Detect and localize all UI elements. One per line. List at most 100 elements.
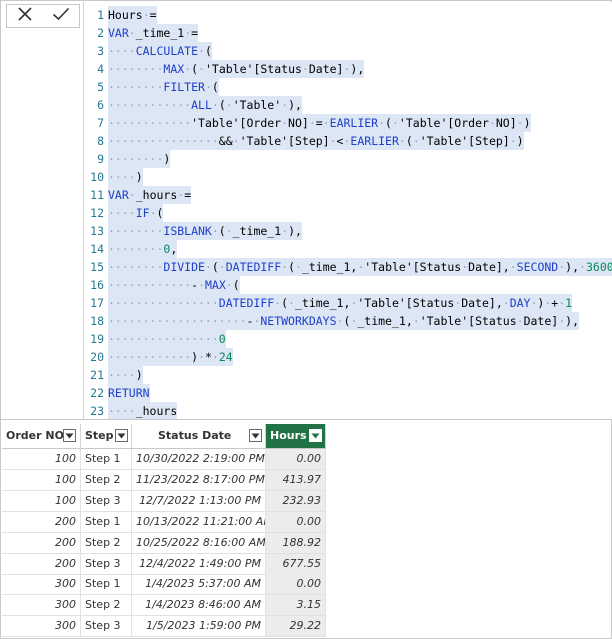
dropdown-filter-icon[interactable]	[63, 429, 76, 442]
line-number: 20	[90, 350, 104, 364]
table-cell[interactable]: 1/4/2023 5:37:00 AM	[132, 574, 266, 595]
line-number: 18	[90, 314, 104, 328]
code-line[interactable]: 17 ················DATEDIFF·(·_time_1,·'T…	[84, 294, 612, 312]
line-number: 23	[90, 404, 104, 418]
table-cell[interactable]: 10/25/2022 8:16:00 AM	[132, 532, 266, 553]
app-window: 1 Hours·= 2 VAR·_time_1·= 3 ····CALCULATE·(4 ·…	[0, 0, 612, 639]
code-text: ············-·MAX·(	[108, 276, 240, 294]
code-line[interactable]: 19 ················0	[84, 330, 612, 348]
code-line[interactable]: 14 ········0,	[84, 240, 612, 258]
table-cell[interactable]: 11/23/2022 8:17:00 PM	[132, 469, 266, 490]
table-cell[interactable]: 10/13/2022 11:21:00 AM	[132, 511, 266, 532]
table-row[interactable]: 200 Step 3 12/4/2022 1:49:00 PM 677.55	[2, 553, 326, 575]
code-text: ············)·*·24	[108, 348, 233, 366]
code-text: ············'Table'[Order·NO]·=·EARLIER·…	[108, 114, 531, 132]
column-header-hours[interactable]: Hours	[266, 424, 326, 448]
dropdown-filter-icon[interactable]	[115, 429, 128, 442]
line-number: 21	[90, 368, 104, 382]
code-text: ····_hours	[108, 402, 178, 420]
table-cell[interactable]: 29.22	[266, 616, 326, 637]
table-cell[interactable]: Step 3	[81, 553, 132, 574]
table-cell[interactable]: Step 2	[81, 532, 132, 553]
table-cell[interactable]: 300	[2, 574, 81, 595]
code-line[interactable]: 7 ············'Table'[Order·NO]·=·EARLIER…	[84, 114, 612, 132]
table-cell[interactable]: 300	[2, 616, 81, 637]
line-number: 16	[90, 278, 104, 292]
code-line[interactable]: 21 ····)	[84, 366, 612, 384]
table-row[interactable]: 100 Step 1 10/30/2022 2:19:00 PM 0.00	[2, 449, 326, 470]
table-cell[interactable]: 12/4/2022 1:49:00 PM	[132, 553, 266, 574]
table-cell[interactable]: 200	[2, 511, 81, 532]
code-line[interactable]: 18 ····················-·NETWORKDAYS·(·_t…	[84, 312, 612, 330]
table-cell[interactable]: Step 2	[81, 595, 132, 616]
code-line[interactable]: 13 ········ISBLANK·(·_time_1·),	[84, 222, 612, 240]
code-text: VAR·_time_1·=	[108, 24, 199, 42]
table-row[interactable]: 100 Step 3 12/7/2022 1:13:00 PM 232.93	[2, 490, 326, 512]
table-cell[interactable]: 12/7/2022 1:13:00 PM	[132, 490, 266, 511]
code-text: RETURN	[108, 384, 150, 402]
column-header-status-date[interactable]: Status Date	[132, 424, 266, 448]
formula-commit-panel	[2, 2, 82, 419]
table-cell[interactable]: 0.00	[266, 511, 326, 532]
code-line[interactable]: 3 ····CALCULATE·(	[84, 42, 612, 60]
code-line[interactable]: 22 RETURN	[84, 384, 612, 402]
code-line[interactable]: 10 ····)	[84, 168, 612, 186]
code-line[interactable]: 5 ········FILTER·(	[84, 78, 612, 96]
code-line[interactable]: 9 ········)	[84, 150, 612, 168]
code-text: ············ALL·(·'Table'·),	[108, 96, 302, 114]
code-line[interactable]: 1 Hours·=	[84, 6, 612, 24]
table-row[interactable]: 200 Step 2 10/25/2022 8:16:00 AM 188.92	[2, 532, 326, 554]
code-line[interactable]: 20 ············)·*·24	[84, 348, 612, 366]
table-cell[interactable]: 188.92	[266, 532, 326, 553]
column-header-label: Hours	[270, 429, 307, 442]
line-number: 10	[90, 170, 104, 184]
table-cell[interactable]: 300	[2, 595, 81, 616]
table-cell[interactable]: Step 3	[81, 490, 132, 511]
table-cell[interactable]: 677.55	[266, 553, 326, 574]
table-cell[interactable]: 200	[2, 532, 81, 553]
table-cell[interactable]: Step 3	[81, 616, 132, 637]
table-row[interactable]: 300 Step 2 1/4/2023 8:46:00 AM 3.15	[2, 595, 326, 617]
table-row[interactable]: 200 Step 1 10/13/2022 11:21:00 AM 0.00	[2, 511, 326, 533]
table-cell[interactable]: Step 2	[81, 469, 132, 490]
table-row[interactable]: 300 Step 3 1/5/2023 1:59:00 PM 29.22	[2, 616, 326, 638]
table-cell[interactable]: 232.93	[266, 490, 326, 511]
column-header-order-no[interactable]: Order NO	[2, 424, 81, 448]
table-cell[interactable]: Step 1	[81, 574, 132, 595]
table-cell[interactable]: 100	[2, 469, 81, 490]
code-line[interactable]: 2 VAR·_time_1·=	[84, 24, 612, 42]
code-line[interactable]: 15 ········DIVIDE·(·DATEDIFF·(·_time_1,·'…	[84, 258, 612, 276]
table-cell[interactable]: 0.00	[266, 574, 326, 595]
code-text: ········ISBLANK·(·_time_1·),	[108, 222, 302, 240]
formula-editor[interactable]: 1 Hours·= 2 VAR·_time_1·= 3 ····CALCULATE·(4 ·…	[83, 2, 612, 420]
table-cell[interactable]: 100	[2, 449, 81, 469]
table-row[interactable]: 300 Step 1 1/4/2023 5:37:00 AM 0.00	[2, 574, 326, 596]
cancel-formula-button[interactable]	[7, 5, 43, 27]
table-row[interactable]: 100 Step 2 11/23/2022 8:17:00 PM 413.97	[2, 469, 326, 491]
table-cell[interactable]: 1/5/2023 1:59:00 PM	[132, 616, 266, 637]
dropdown-filter-icon[interactable]	[249, 429, 262, 442]
column-header-label: Order NO	[6, 429, 64, 442]
code-line[interactable]: 4 ········MAX·(·'Table'[Status·Date]·),	[84, 60, 612, 78]
table-cell[interactable]: Step 1	[81, 449, 132, 469]
code-line[interactable]: 11 VAR·_hours·=	[84, 186, 612, 204]
code-line[interactable]: 16 ············-·MAX·(	[84, 276, 612, 294]
column-header-step[interactable]: Step	[81, 424, 132, 448]
table-cell[interactable]: 200	[2, 553, 81, 574]
code-line[interactable]: 12 ····IF·(	[84, 204, 612, 222]
table-cell[interactable]: 100	[2, 490, 81, 511]
code-text: Hours·=	[108, 6, 157, 24]
table-cell[interactable]: 413.97	[266, 469, 326, 490]
table-cell[interactable]: 1/4/2023 8:46:00 AM	[132, 595, 266, 616]
table-cell[interactable]: 3.15	[266, 595, 326, 616]
dropdown-filter-icon[interactable]	[309, 429, 322, 442]
table-cell[interactable]: Step 1	[81, 511, 132, 532]
code-text: ····)	[108, 168, 143, 186]
line-number: 6	[97, 98, 104, 112]
table-cell[interactable]: 10/30/2022 2:19:00 PM	[132, 449, 266, 469]
table-cell[interactable]: 0.00	[266, 449, 326, 469]
commit-formula-button[interactable]	[43, 5, 79, 27]
code-line[interactable]: 6 ············ALL·(·'Table'·),	[84, 96, 612, 114]
code-line[interactable]: 8 ················&&·'Table'[Step]·<·EARL…	[84, 132, 612, 150]
code-line[interactable]: 23 ····_hours	[84, 402, 612, 420]
